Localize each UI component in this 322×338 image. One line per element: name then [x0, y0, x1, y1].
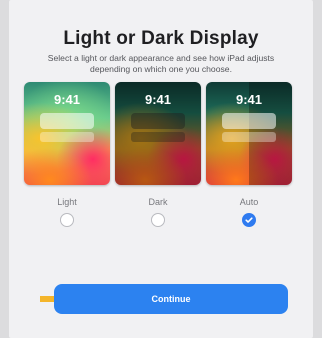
- checkmark-icon: [245, 217, 253, 223]
- light-preview[interactable]: 9:41: [24, 82, 110, 185]
- dark-preview[interactable]: 9:41: [115, 82, 201, 185]
- appearance-option-dark[interactable]: 9:41 Dark: [115, 82, 201, 227]
- preview-time: 9:41: [235, 92, 263, 107]
- radio-auto[interactable]: [242, 213, 256, 227]
- preview-widget: [131, 132, 185, 142]
- radio-dark[interactable]: [151, 213, 165, 227]
- page-subtitle: Select a light or dark appearance and se…: [47, 53, 275, 74]
- page-title: Light or Dark Display: [63, 28, 259, 49]
- option-label-light: Light: [57, 197, 77, 207]
- preview-widget: [40, 113, 94, 129]
- appearance-option-light[interactable]: 9:41 Light: [24, 82, 110, 227]
- auto-preview[interactable]: 9:41: [206, 82, 292, 185]
- preview-time: 9:41: [53, 92, 81, 107]
- preview-time: 9:41: [144, 92, 172, 107]
- option-label-dark: Dark: [148, 197, 168, 207]
- appearance-option-auto[interactable]: 9:41 Auto: [206, 82, 292, 227]
- preview-widget: [40, 132, 94, 142]
- preview-widget: [222, 132, 276, 142]
- continue-button[interactable]: Continue: [54, 284, 288, 314]
- preview-widget: [222, 113, 276, 129]
- preview-widget: [131, 113, 185, 129]
- option-label-auto: Auto: [239, 197, 259, 207]
- radio-light[interactable]: [60, 213, 74, 227]
